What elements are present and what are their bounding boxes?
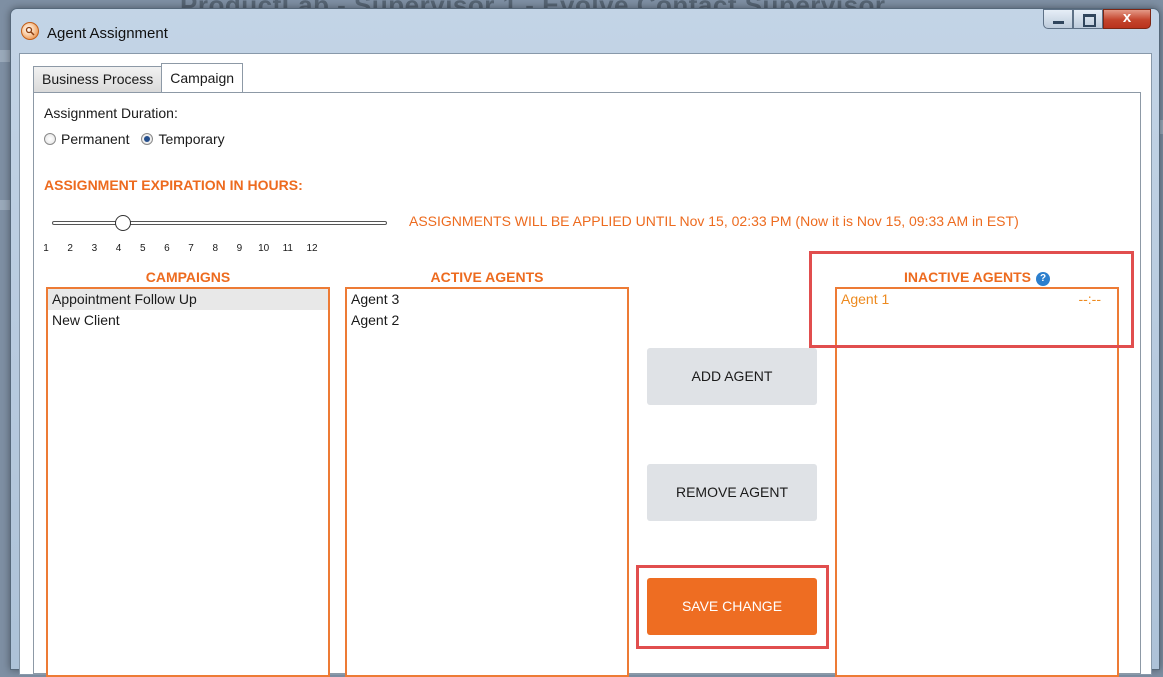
magnifier-icon — [21, 22, 39, 40]
permanent-label: Permanent — [61, 131, 130, 147]
slider-tick-label: 5 — [139, 243, 146, 254]
active-agents-list[interactable]: Agent 3 Agent 2 — [345, 287, 629, 677]
title-bar[interactable]: Agent Assignment x — [11, 9, 1159, 53]
agent-assignment-window: Agent Assignment x Business Process Camp… — [10, 8, 1160, 677]
campaigns-title: CAMPAIGNS — [145, 269, 231, 285]
window-controls: x — [1043, 9, 1151, 31]
inactive-agent-time: --:-- — [1078, 291, 1101, 307]
slider-track — [52, 221, 387, 225]
expiration-label: ASSIGNMENT EXPIRATION IN HOURS: — [44, 177, 303, 193]
slider-tick-label: 11 — [282, 243, 294, 254]
duration-radio-group: Permanent Temporary — [44, 131, 225, 147]
active-agent-item[interactable]: Agent 2 — [347, 310, 627, 331]
inactive-agent-item[interactable]: Agent 1 --:-- — [837, 289, 1117, 310]
minimize-icon — [1053, 21, 1064, 24]
temporary-label: Temporary — [158, 131, 225, 147]
window-title: Agent Assignment — [47, 25, 168, 42]
tab-strip: Business Process Campaign — [33, 63, 244, 92]
active-agents-title: ACTIVE AGENTS — [430, 269, 544, 285]
save-change-button[interactable]: SAVE CHANGE — [647, 578, 817, 635]
slider-tick-label: 10 — [258, 243, 270, 254]
slider-tick-label: 7 — [188, 243, 194, 254]
add-agent-button[interactable]: ADD AGENT — [647, 348, 817, 405]
slider-tick-label: 3 — [91, 243, 98, 254]
campaign-item[interactable]: Appointment Follow Up — [48, 289, 328, 310]
maximize-button[interactable] — [1073, 9, 1103, 29]
slider-tick-labels: 1 2 3 4 5 6 7 8 9 10 11 12 — [43, 243, 386, 257]
inactive-agents-title-text: INACTIVE AGENTS — [903, 269, 1032, 285]
close-button[interactable]: x — [1103, 9, 1151, 29]
remove-agent-button[interactable]: REMOVE AGENT — [647, 464, 817, 521]
active-agent-item[interactable]: Agent 3 — [347, 289, 627, 310]
slider-thumb[interactable] — [115, 215, 132, 231]
expiration-hours-slider[interactable] — [52, 215, 387, 231]
slider-tick-label: 12 — [306, 243, 318, 254]
temporary-radio[interactable] — [141, 133, 154, 145]
slider-tick-label: 2 — [67, 243, 73, 254]
slider-tick-label: 8 — [212, 243, 219, 254]
dialog-content: Business Process Campaign Assignment Dur… — [19, 53, 1152, 677]
minimize-button[interactable] — [1043, 9, 1073, 29]
tab-business-process[interactable]: Business Process — [33, 66, 163, 92]
close-icon: x — [1122, 9, 1132, 26]
campaign-tab-panel: Assignment Duration: Permanent Temporary… — [33, 92, 1141, 677]
slider-tick-label: 4 — [115, 243, 122, 254]
slider-tick-label: 1 — [43, 243, 49, 254]
assignment-notice: ASSIGNMENTS WILL BE APPLIED UNTIL Nov 15… — [409, 213, 1019, 229]
inactive-agents-list[interactable]: Agent 1 --:-- — [835, 287, 1119, 677]
assignment-duration-label: Assignment Duration: — [44, 105, 178, 121]
tab-campaign[interactable]: Campaign — [161, 63, 244, 92]
campaigns-list[interactable]: Appointment Follow Up New Client — [46, 287, 330, 677]
inactive-agents-title: INACTIVE AGENTS? — [835, 269, 1119, 286]
permanent-radio[interactable] — [44, 133, 56, 145]
campaign-item[interactable]: New Client — [48, 310, 328, 331]
maximize-icon — [1083, 14, 1096, 27]
inactive-agent-name: Agent 1 — [841, 291, 890, 307]
slider-tick-label: 6 — [164, 243, 170, 254]
slider-tick-label: 9 — [236, 243, 243, 254]
help-icon[interactable]: ? — [1036, 272, 1051, 286]
